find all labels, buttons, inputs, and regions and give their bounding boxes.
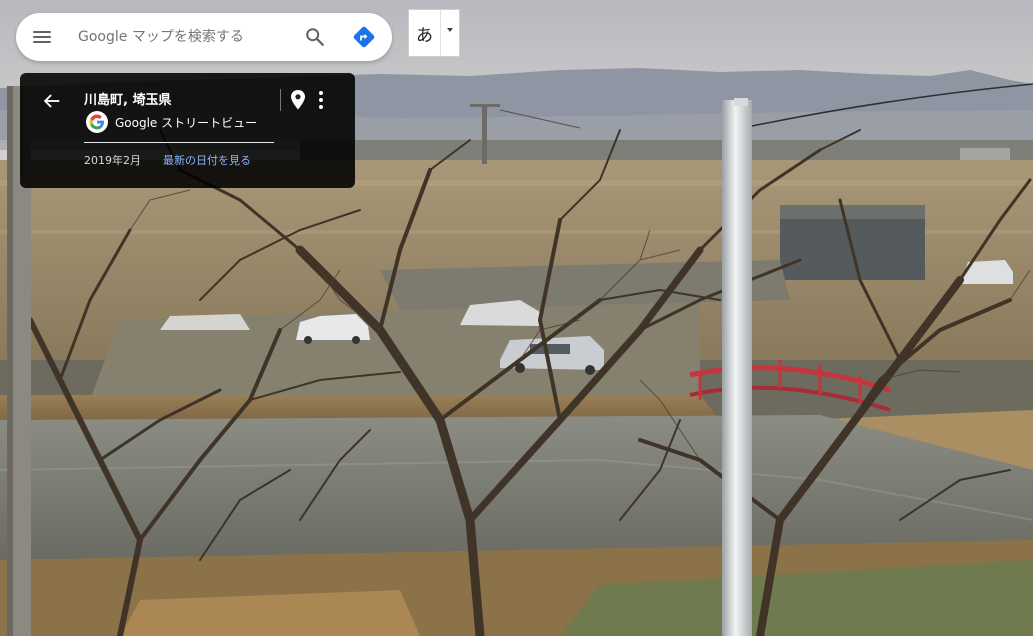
capture-date: 2019年2月 (84, 154, 141, 167)
divider (280, 89, 281, 111)
red-bridge (689, 360, 891, 412)
river (0, 415, 1033, 560)
more-vertical-icon[interactable] (316, 89, 326, 111)
divider (84, 142, 274, 143)
ime-toggle: あ (408, 9, 460, 57)
white-pole (722, 100, 752, 636)
hamburger-menu-icon[interactable] (33, 28, 53, 46)
location-pin-icon[interactable] (290, 89, 306, 111)
distant-town (300, 140, 1033, 162)
street-view-label: Google ストリートビュー (115, 116, 258, 130)
directions-icon[interactable] (352, 25, 376, 49)
street-view-info-card: 川島町, 埼玉県 Google ストリートビュー 2019年2月 最新の日付を見… (20, 73, 355, 188)
utility-pole-distant (482, 104, 487, 164)
search-box (16, 13, 392, 61)
google-g-icon (86, 111, 108, 133)
search-icon[interactable] (304, 26, 326, 48)
caret-down-icon[interactable] (441, 10, 459, 56)
location-title: 川島町, 埼玉県 (84, 93, 172, 108)
search-input[interactable] (78, 25, 298, 49)
arrow-back-icon[interactable] (41, 90, 63, 112)
see-latest-date-link[interactable]: 最新の日付を見る (163, 152, 251, 168)
ime-mode-button[interactable]: あ (409, 10, 441, 56)
